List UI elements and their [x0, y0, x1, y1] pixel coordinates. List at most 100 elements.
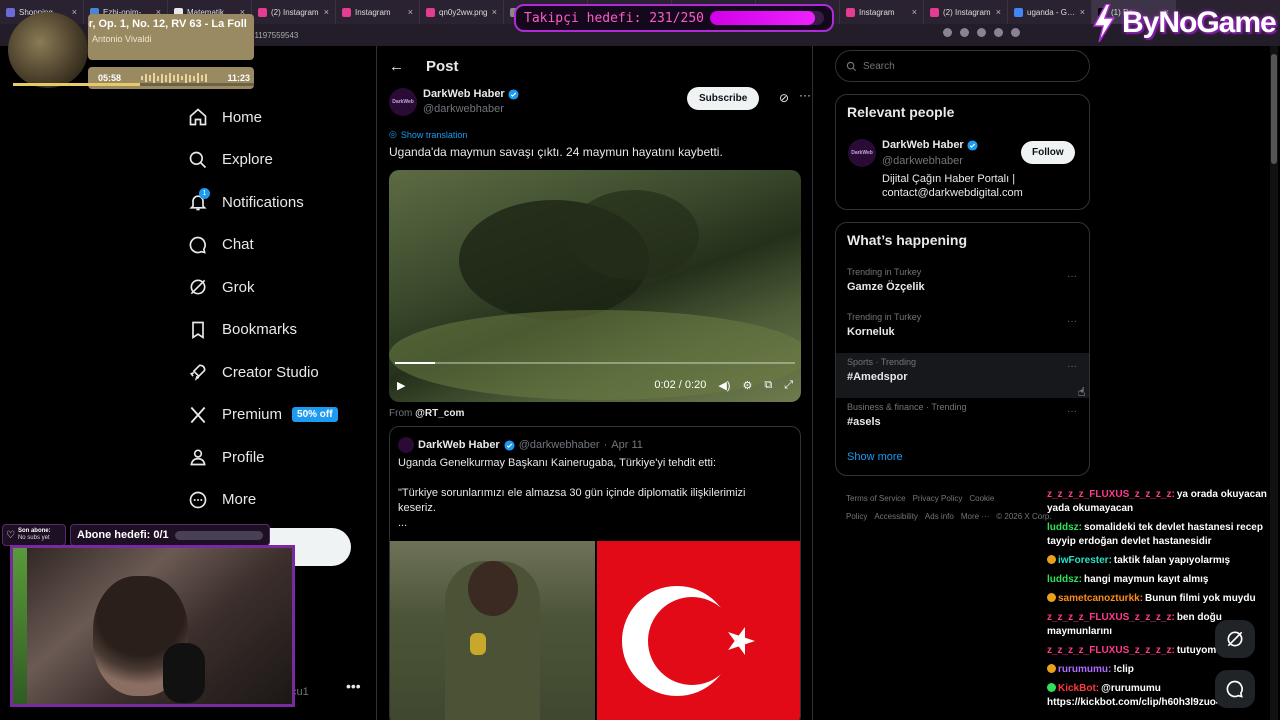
trend-title: #Amedspor [847, 371, 908, 383]
trend-item[interactable]: Business & finance · Trending #asels ··· [836, 398, 1089, 443]
extension-icon[interactable] [977, 28, 986, 37]
waveform-bar [141, 76, 144, 80]
footer-link[interactable]: More ··· [961, 512, 989, 521]
footer-link[interactable]: © 2026 X Corp. [996, 512, 1051, 521]
video-progress-bar[interactable] [395, 362, 795, 364]
extension-icon[interactable] [943, 28, 952, 37]
subscriber-goal-overlay: Abone hedefi: 0/1 [70, 524, 270, 546]
trend-item[interactable]: Trending in Turkey Korneluk ··· [836, 308, 1089, 353]
sidebar-item-label: Profile [222, 448, 265, 466]
tab-close-icon[interactable]: × [912, 7, 917, 17]
chat-username[interactable]: sametcanozturkk: [1058, 593, 1143, 604]
chat-username[interactable]: iwForester: [1058, 555, 1112, 566]
chat-username[interactable]: luddsz: [1047, 574, 1082, 585]
webcam-feed [10, 545, 295, 707]
chat-text: !clip [1113, 664, 1134, 675]
trend-item[interactable]: Sports · Trending #Amedspor ··· [836, 353, 1089, 398]
grok-icon[interactable]: ⊘ [779, 91, 789, 105]
sidebar-item-label: Creator Studio [222, 363, 319, 381]
source-handle-link[interactable]: @RT_com [415, 408, 464, 419]
video-player[interactable]: ▶ 0:02 / 0:20 ◀) ⚙ ⧉ ⤢ [389, 170, 801, 402]
volume-icon[interactable]: ◀) [718, 379, 730, 392]
browser-tab[interactable]: qn0y2ww.png × [420, 0, 504, 24]
tab-close-icon[interactable]: × [1080, 7, 1085, 17]
browser-tab[interactable]: (2) Instagram × [924, 0, 1008, 24]
chat-username[interactable]: z_z_z_z_FLUXUS_z_z_z_z: [1047, 489, 1175, 500]
browser-tab[interactable]: uganda - Goog × [1008, 0, 1092, 24]
quoted-post[interactable]: DarkWeb Haber @darkwebhaber · Apr 11 Uga… [389, 426, 801, 720]
hand-cursor-icon: ☝ [1078, 385, 1086, 399]
back-arrow-icon[interactable]: ← [389, 58, 404, 75]
sidebar-item-explore[interactable]: Explore [188, 139, 338, 182]
extension-icon[interactable] [994, 28, 1003, 37]
chat-username[interactable]: KickBot: [1058, 683, 1099, 694]
chat-username[interactable]: rurumumu: [1058, 664, 1111, 675]
trend-more-icon[interactable]: ··· [1067, 406, 1077, 417]
grok-floating-button[interactable] [1215, 620, 1255, 658]
subscribe-button[interactable]: Subscribe [687, 87, 760, 110]
quote-image-person[interactable] [390, 541, 595, 720]
trend-meta: Sports · Trending [847, 357, 917, 367]
whats-happening-card: What’s happening Show more Trending in T… [835, 222, 1090, 476]
browser-tab[interactable]: (2) Instagram × [252, 0, 336, 24]
footer-link[interactable]: Terms of Service [846, 494, 906, 503]
tab-close-icon[interactable]: × [324, 7, 329, 17]
footer-link[interactable]: Ads info [925, 512, 954, 521]
scrollbar-thumb[interactable] [1271, 54, 1277, 164]
footer-link[interactable]: Privacy Policy [913, 494, 963, 503]
picture-in-picture-icon[interactable]: ⧉ [764, 379, 772, 392]
sidebar-item-profile[interactable]: Profile [188, 436, 338, 479]
sidebar-item-grok[interactable]: Grok [188, 266, 338, 309]
author-name-text: DarkWeb Haber [423, 88, 505, 100]
last-subscriber-label: Son abone: [17, 528, 51, 534]
extension-icon[interactable] [960, 28, 969, 37]
chat-floating-button[interactable] [1215, 670, 1255, 708]
footer-link[interactable]: Accessibility [874, 512, 918, 521]
chat-username[interactable]: z_z_z_z_FLUXUS_z_z_z_z: [1047, 645, 1175, 656]
avatar[interactable]: DarkWeb [848, 139, 876, 167]
brand-name: ByNoGame [1122, 6, 1277, 39]
more-circle-icon [189, 491, 207, 509]
author-handle[interactable]: @darkwebhaber [423, 103, 504, 115]
fullscreen-icon[interactable]: ⤢ [784, 379, 793, 392]
tab-close-icon[interactable]: × [408, 7, 413, 17]
more-options-icon[interactable]: ··· [799, 88, 811, 102]
show-more-link[interactable]: Show more [847, 451, 903, 463]
last-subscriber-value: No subs yet [17, 535, 50, 541]
settings-gear-icon[interactable]: ⚙ [742, 379, 752, 392]
sidebar-item-label: Premium [222, 406, 283, 424]
browser-tab[interactable]: Instagram × [840, 0, 924, 24]
trend-more-icon[interactable]: ··· [1067, 361, 1077, 372]
sidebar-item-notifications[interactable]: 1 Notifications [188, 181, 338, 224]
account-menu-icon[interactable]: ••• [346, 678, 361, 694]
sidebar-nav: Home Explore 1 Notifications Chat Grok Bookmar… [188, 96, 338, 521]
tab-close-icon[interactable]: × [492, 7, 497, 17]
sidebar-item-creator-studio[interactable]: Creator Studio [188, 351, 338, 394]
extension-icon[interactable] [1011, 28, 1020, 37]
sidebar-item-premium[interactable]: Premium 50% off [188, 394, 338, 437]
sidebar-item-bookmarks[interactable]: Bookmarks [188, 309, 338, 352]
tab-close-icon[interactable]: × [996, 7, 1001, 17]
quote-image-turkish-flag[interactable] [597, 541, 800, 720]
trend-more-icon[interactable]: ··· [1067, 316, 1077, 327]
follow-button[interactable]: Follow [1021, 141, 1075, 164]
play-icon[interactable]: ▶ [397, 379, 405, 392]
search-icon [189, 151, 207, 168]
chat-username[interactable]: z_z_z_z_FLUXUS_z_z_z_z: [1047, 612, 1175, 623]
waveform-bar [177, 74, 180, 82]
browser-tab[interactable]: Instagram × [336, 0, 420, 24]
chat-username[interactable]: luddsz: [1047, 522, 1082, 533]
search-input[interactable]: Search [835, 50, 1090, 82]
author-name[interactable]: DarkWeb Haber [423, 88, 519, 100]
show-translation-link[interactable]: ◎ Show translation [389, 129, 467, 140]
sidebar-item-more[interactable]: More [188, 479, 338, 522]
person-handle[interactable]: @darkwebhaber [882, 155, 963, 167]
sidebar-item-chat[interactable]: Chat [188, 224, 338, 267]
trend-item[interactable]: Trending in Turkey Gamze Özçelik ··· [836, 263, 1089, 308]
streamer-microphone [163, 643, 205, 703]
trend-more-icon[interactable]: ··· [1067, 271, 1077, 282]
person-bio: Dijital Çağın Haber Portalı | contact@da… [882, 173, 1023, 199]
person-name[interactable]: DarkWeb Haber [882, 139, 978, 151]
sidebar-item-home[interactable]: Home [188, 96, 338, 139]
avatar[interactable]: DarkWeb [389, 88, 417, 116]
